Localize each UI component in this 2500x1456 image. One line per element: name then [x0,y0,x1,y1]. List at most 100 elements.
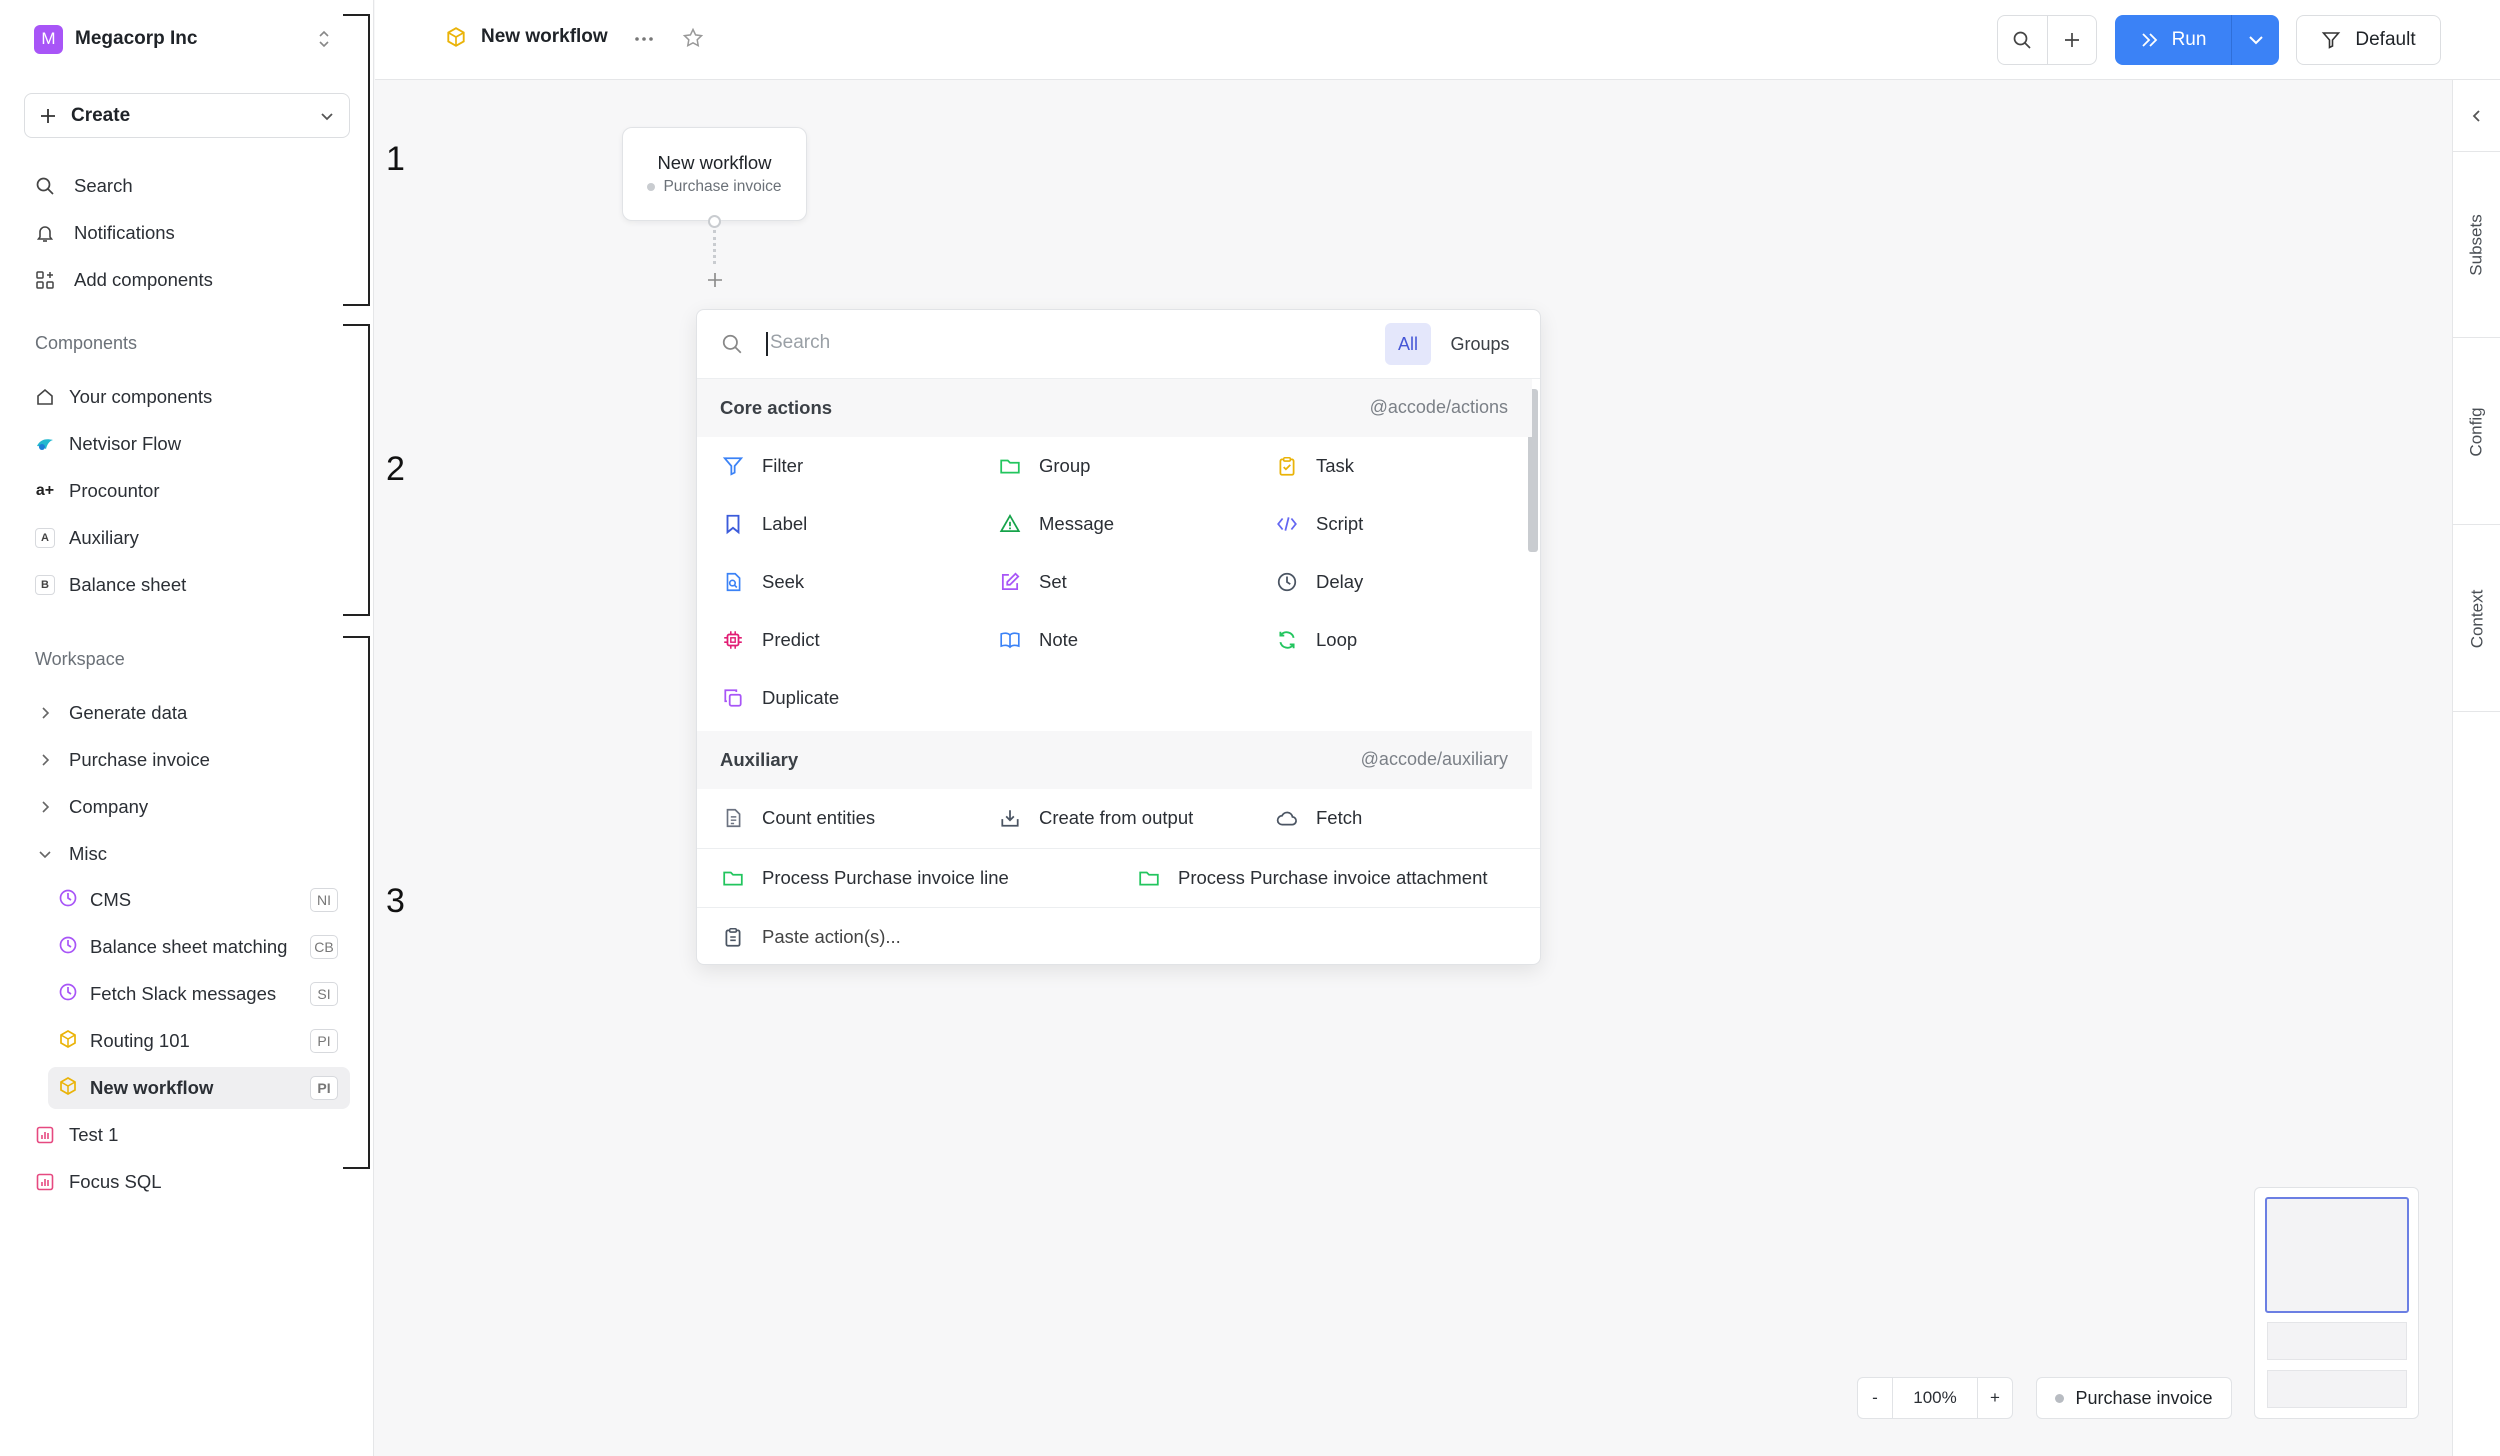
nav-notifications[interactable]: Notifications [34,215,175,251]
workflow-item-badge: PI [310,1029,338,1053]
connection-handle[interactable] [708,215,721,228]
action-seek[interactable]: Seek [721,553,804,611]
collapse-panel-button[interactable] [2453,80,2500,152]
org-avatar: M [34,24,63,54]
action-search-input[interactable]: Search [770,332,830,354]
group-process-purchase-invoice-attachment[interactable]: Process Purchase invoice attachment [1137,849,1488,907]
procountor-logo-icon: a+ [35,482,55,499]
workspace-folder-generate-data[interactable]: Generate data [34,695,187,731]
action-group[interactable]: Group [998,437,1090,495]
action-task[interactable]: Task [1275,437,1354,495]
action-script[interactable]: Script [1275,495,1363,553]
filter-icon [2322,32,2341,49]
workflow-item-label: CMS [90,889,132,910]
search-icon [34,175,56,197]
section-core-actions: Core actions @accode/actions [697,379,1532,437]
nav-search[interactable]: Search [34,168,133,204]
section-package: @accode/actions [1369,397,1508,417]
refresh-icon [1275,628,1299,652]
action-predict[interactable]: Predict [721,611,820,669]
more-horizontal-icon[interactable] [633,30,655,48]
zoom-out-button[interactable]: - [1858,1388,1892,1408]
workflow-item-fetch-slack-messages[interactable]: Fetch Slack messages SI [48,973,350,1015]
action-create-from-output[interactable]: Create from output [998,789,1193,847]
run-dropdown-button[interactable] [2231,15,2279,65]
create-button[interactable]: Create [24,93,350,138]
minimap-node [2267,1322,2407,1360]
pencil-square-icon [998,570,1022,594]
action-label: Note [1039,629,1079,650]
chevron-updown-icon[interactable] [314,28,334,50]
section-auxiliary: Auxiliary @accode/auxiliary [697,731,1532,789]
filter-all-tab[interactable]: All [1385,323,1431,365]
component-netvisor-flow[interactable]: Netvisor Flow [34,426,181,462]
section-title: Core actions [720,397,833,418]
zoom-level: 100% [1892,1377,1978,1419]
minimap[interactable] [2254,1187,2419,1419]
component-procountor[interactable]: a+ Procountor [34,473,160,509]
tab-config[interactable]: Config [2453,339,2500,525]
create-label: Create [71,104,131,126]
component-your-components[interactable]: Your components [34,379,212,415]
tab-subsets[interactable]: Subsets [2453,152,2500,338]
clock-icon [58,888,78,913]
nav-add-components[interactable]: Add components [34,262,213,298]
star-icon[interactable] [682,27,704,49]
trigger-node[interactable]: New workflow Purchase invoice [622,127,807,221]
component-auxiliary[interactable]: A Auxiliary [34,520,139,556]
tab-context[interactable]: Context [2453,526,2500,712]
workflow-item-cms[interactable]: CMS NI [48,879,350,921]
report-item-focus-sql[interactable]: Focus SQL [34,1164,162,1200]
filter-groups-tab[interactable]: Groups [1445,323,1515,365]
action-message[interactable]: Message [998,495,1114,553]
action-fetch[interactable]: Fetch [1275,789,1362,847]
add-step-button[interactable] [701,266,729,294]
report-item-label: Test 1 [69,1124,119,1145]
search-button[interactable] [1998,16,2047,64]
action-duplicate[interactable]: Duplicate [721,669,839,727]
annotation-number-3: 3 [386,882,405,920]
workflow-item-balance-sheet-matching[interactable]: Balance sheet matching CB [48,926,350,968]
workspace-folder-purchase-invoice[interactable]: Purchase invoice [34,742,210,778]
action-label-item[interactable]: Label [721,495,807,553]
chart-icon [34,1124,56,1146]
component-balance-sheet[interactable]: B Balance sheet [34,567,186,603]
run-button[interactable]: Run [2115,15,2231,65]
workflow-item-routing-101[interactable]: Routing 101 PI [48,1020,350,1062]
workflow-item-new-workflow[interactable]: New workflow PI [48,1067,350,1109]
grid-plus-icon [34,269,56,291]
group-label: Process Purchase invoice attachment [1178,867,1488,888]
chevron-down-icon [321,113,333,121]
trigger-node-subtitle: Purchase invoice [623,178,806,196]
tab-config-label: Config [2467,406,2487,457]
report-item-test-1[interactable]: Test 1 [34,1117,118,1153]
workflow-item-badge: PI [310,1076,338,1100]
component-label: Your components [69,386,213,407]
workspace-folder-company[interactable]: Company [34,789,148,825]
chevron-left-icon [2472,109,2480,122]
org-switcher[interactable]: M Megacorp Inc [34,24,334,54]
action-filter[interactable]: Filter [721,437,803,495]
action-delay[interactable]: Delay [1275,553,1363,611]
add-button[interactable] [2046,16,2096,64]
workspace-folder-misc[interactable]: Misc [34,836,107,872]
paste-actions-button[interactable]: Paste action(s)... [721,908,901,964]
book-open-icon [998,628,1022,652]
action-loop[interactable]: Loop [1275,611,1357,669]
zoom-in-button[interactable]: + [1978,1388,2012,1408]
search-icon [2014,31,2032,49]
nav-notifications-label: Notifications [74,222,175,243]
action-set[interactable]: Set [998,553,1067,611]
context-pill[interactable]: Purchase invoice [2036,1377,2232,1419]
action-search-bar: Search All Groups [697,310,1540,379]
group-process-purchase-invoice-line[interactable]: Process Purchase invoice line [721,849,1009,907]
double-chevron-right-icon [2141,33,2157,47]
action-note[interactable]: Note [998,611,1078,669]
clock-icon [58,982,78,1007]
folder-icon [721,866,745,890]
plus-icon [2064,33,2079,47]
clipboard-paste-icon [721,925,745,949]
minimap-viewport[interactable] [2265,1197,2409,1313]
action-count-entities[interactable]: Count entities [721,789,875,847]
default-filter-button[interactable]: Default [2296,15,2441,65]
